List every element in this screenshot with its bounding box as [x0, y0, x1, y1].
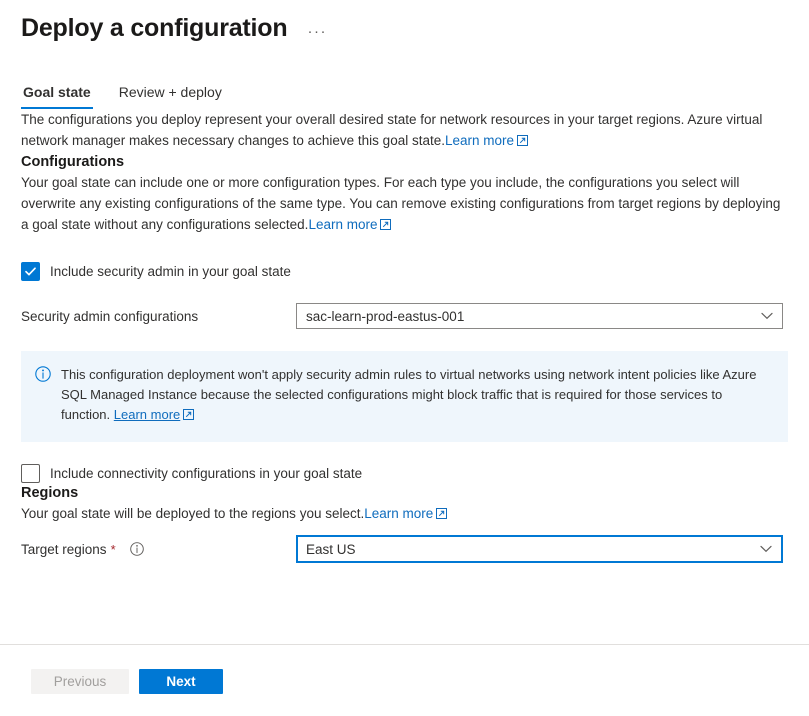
include-connectivity-checkbox-row[interactable]: Include connectivity configurations in y…: [21, 464, 788, 483]
info-icon: [35, 366, 51, 426]
footer-divider: [0, 644, 809, 645]
security-admin-configurations-value: sac-learn-prod-eastus-001: [306, 308, 465, 324]
more-options-icon[interactable]: ···: [301, 21, 333, 43]
chevron-down-icon: [761, 312, 773, 320]
deploy-configuration-blade: Deploy a configuration ··· Goal state Re…: [0, 0, 809, 716]
include-security-admin-checkbox-row[interactable]: Include security admin in your goal stat…: [21, 262, 788, 281]
regions-text: Your goal state will be deployed to the …: [21, 506, 365, 521]
footer-actions: Previous Next: [31, 669, 223, 694]
external-link-icon: [380, 215, 392, 236]
info-banner-text: This configuration deployment won't appl…: [61, 365, 772, 426]
configurations-paragraph: Your goal state can include one or more …: [21, 172, 786, 236]
external-link-icon: [183, 406, 195, 426]
blade-header: Deploy a configuration ···: [0, 0, 809, 44]
required-asterisk: *: [110, 541, 116, 557]
checkbox-security-admin-label: Include security admin in your goal stat…: [50, 264, 291, 279]
target-regions-label-text: Target regions: [21, 541, 107, 557]
external-link-icon: [517, 131, 529, 152]
intro-learn-more-link[interactable]: Learn more: [444, 133, 529, 148]
checkbox-connectivity[interactable]: [21, 464, 40, 483]
target-regions-row: Target regions * East US: [21, 535, 788, 563]
previous-button[interactable]: Previous: [31, 669, 129, 694]
tab-goal-state[interactable]: Goal state: [21, 80, 93, 109]
info-banner-learn-more-link[interactable]: Learn more: [113, 407, 195, 422]
regions-learn-more-label: Learn more: [364, 506, 434, 521]
configurations-learn-more-label: Learn more: [308, 217, 378, 232]
configurations-text: Your goal state can include one or more …: [21, 175, 781, 232]
configurations-learn-more-link[interactable]: Learn more: [308, 217, 392, 232]
external-link-icon: [436, 504, 448, 525]
info-icon[interactable]: [129, 542, 144, 556]
security-admin-configurations-label: Security admin configurations: [21, 309, 296, 324]
chevron-down-icon: [760, 545, 772, 553]
security-admin-configurations-row: Security admin configurations sac-learn-…: [21, 303, 788, 329]
info-banner: This configuration deployment won't appl…: [21, 351, 788, 442]
configurations-heading: Configurations: [21, 154, 125, 170]
page-title: Deploy a configuration: [21, 14, 288, 42]
checkbox-connectivity-label: Include connectivity configurations in y…: [50, 466, 363, 481]
tab-review-deploy[interactable]: Review + deploy: [117, 80, 224, 109]
intro-text: The configurations you deploy represent …: [21, 112, 763, 148]
regions-learn-more-link[interactable]: Learn more: [364, 506, 448, 521]
target-regions-value: East US: [306, 541, 356, 557]
intro-paragraph: The configurations you deploy represent …: [21, 109, 786, 152]
target-regions-label: Target regions *: [21, 542, 296, 557]
checkbox-security-admin[interactable]: [21, 262, 40, 281]
checkmark-icon: [25, 267, 36, 276]
regions-heading: Regions: [21, 485, 79, 501]
security-admin-configurations-dropdown[interactable]: sac-learn-prod-eastus-001: [296, 303, 783, 329]
blade-content: The configurations you deploy represent …: [0, 109, 809, 563]
regions-paragraph: Your goal state will be deployed to the …: [21, 503, 786, 525]
tab-list: Goal state Review + deploy: [0, 80, 809, 109]
info-banner-learn-more-label: Learn more: [113, 407, 181, 422]
next-button[interactable]: Next: [139, 669, 223, 694]
target-regions-dropdown[interactable]: East US: [296, 535, 783, 563]
security-admin-configurations-label-text: Security admin configurations: [21, 308, 199, 324]
intro-learn-more-label: Learn more: [444, 133, 515, 148]
